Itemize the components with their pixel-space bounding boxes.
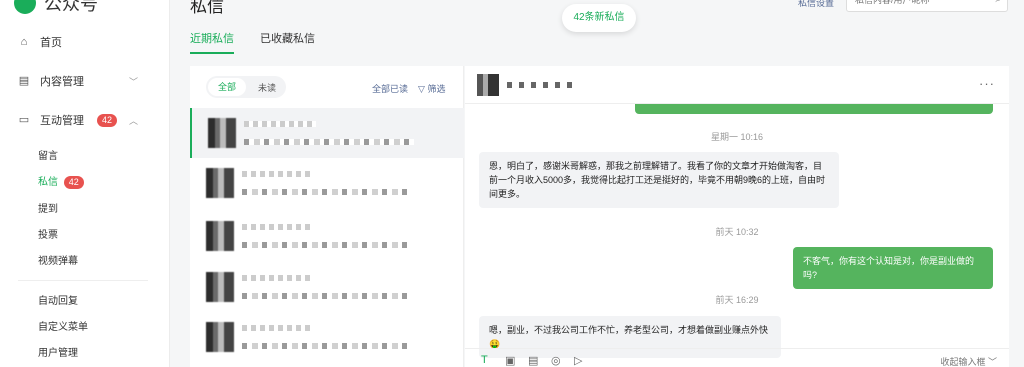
filter-unread-button[interactable]: 未读 [248,81,286,94]
sidebar-sub-label: 私信 [38,177,58,188]
message-timestamp: 前天 16:29 [715,295,759,305]
message-timestamp: 前天 10:32 [715,227,759,237]
received-message-bubble: 恩，明白了，感谢米哥解惑，那我之前理解错了。我看了你的文章才开始做淘客，目前一个… [479,152,839,208]
chevron-down-icon: ﹀ [128,76,138,87]
conversation-item[interactable] [190,158,464,208]
conversation-name [242,325,314,331]
conversation-preview [242,242,412,248]
conversation-item[interactable] [190,211,464,261]
collapse-input-button[interactable]: 收起输入框 ﹀ [940,355,997,367]
chevron-up-icon: ︿ [128,115,138,126]
text-icon[interactable]: T [481,354,488,366]
conversation-item[interactable] [190,262,464,312]
logo-text: 公众号 [44,0,98,14]
chevron-down-icon: ﹀ [987,357,997,367]
conversation-list: 全部 未读 全部已读 ▽ 筛选 [190,66,464,367]
sidebar-item-label: 首页 [40,37,62,49]
conversation-name [242,224,314,230]
sidebar-item-content[interactable]: ▤ 内容管理 ﹀ [18,73,138,89]
page-title: 私信 [190,0,224,16]
article-icon[interactable]: ▤ [528,354,538,367]
message-settings-link[interactable]: 私信设置 [798,0,834,9]
new-messages-pill[interactable]: 42条新私信 [562,4,636,32]
conversation-preview [242,343,412,349]
document-icon: ▤ [18,75,30,87]
sidebar-sub-custom-menu[interactable]: 自定义菜单 [38,318,88,333]
sent-message-bubble [635,104,993,114]
avatar [206,221,234,251]
filter-button[interactable]: ▽ 筛选 [418,82,445,95]
search-icon[interactable]: ⌕ [995,0,1001,5]
sidebar-sub-mentions[interactable]: 提到 [38,200,58,215]
sent-message-bubble: 不客气，你有这个认知是对，你是副业做的吗? [793,247,993,289]
sidebar-sub-user-management[interactable]: 用户管理 [38,344,78,359]
search-input[interactable] [855,0,995,10]
sidebar-sub-votes[interactable]: 投票 [38,226,58,241]
sidebar-sub-private-messages[interactable]: 私信 42 [38,173,84,189]
image-icon[interactable]: ▣ [505,354,515,367]
chat-panel: ··· 星期一 10:16 恩，明白了，感谢米哥解惑，那我之前理解错了。我看了你… [465,66,1009,367]
filter-icon: ▽ [418,84,425,94]
sidebar-item-label: 互动管理 [40,115,84,127]
private-messages-badge: 42 [63,176,84,189]
chat-header: ··· [465,66,1009,104]
sidebar-item-interaction[interactable]: ▭ 互动管理 42 ︿ [18,112,138,128]
avatar [477,74,499,96]
video-icon[interactable]: ▷ [574,354,582,367]
conversation-preview [244,139,414,145]
sidebar-sub-comments[interactable]: 留言 [38,147,58,162]
avatar [206,168,234,198]
more-icon[interactable]: ··· [979,76,995,91]
message-icon: ▭ [18,114,30,126]
search-box[interactable]: ⌕ [846,0,1008,12]
tab-bar: 近期私信 已收藏私信 [190,30,315,54]
wechat-logo-icon [14,0,36,14]
conversation-name [242,275,314,281]
avatar [206,272,234,302]
tab-recent[interactable]: 近期私信 [190,30,234,54]
conversation-preview [242,293,412,299]
chat-user-name [507,82,577,88]
sidebar-divider [18,280,148,281]
conversation-name [244,121,316,127]
conversation-item[interactable] [190,108,464,158]
filter-all-button[interactable]: 全部 [208,78,246,96]
filter-label: 筛选 [427,84,446,94]
collapse-label: 收起输入框 [940,357,986,367]
conversation-preview [242,189,412,195]
avatar [208,118,236,148]
sidebar-sub-auto-reply[interactable]: 自动回复 [38,292,78,307]
tab-starred[interactable]: 已收藏私信 [260,30,315,54]
sidebar-sub-danmaku[interactable]: 视频弹幕 [38,252,78,267]
avatar [206,322,234,352]
sidebar: 公众号 ⌂ 首页 ▤ 内容管理 ﹀ ▭ 互动管理 42 ︿ 留言 私信 42 提… [0,0,170,367]
sidebar-item-home[interactable]: ⌂ 首页 [18,34,138,50]
mark-all-read-button[interactable]: 全部已读 [372,82,408,95]
conversation-item[interactable] [190,312,464,362]
read-filter-toggle: 全部 未读 [206,76,286,98]
message-timestamp: 星期一 10:16 [710,132,764,142]
logo[interactable]: 公众号 [14,0,98,16]
unread-badge: 42 [97,113,118,127]
conversation-name [242,171,314,177]
audio-icon[interactable]: ◎ [551,354,561,367]
home-icon: ⌂ [20,36,28,48]
input-toolbar: T ▣ ▤ ◎ ▷ 收起输入框 ﹀ [465,348,1009,367]
sidebar-item-label: 内容管理 [40,76,84,88]
